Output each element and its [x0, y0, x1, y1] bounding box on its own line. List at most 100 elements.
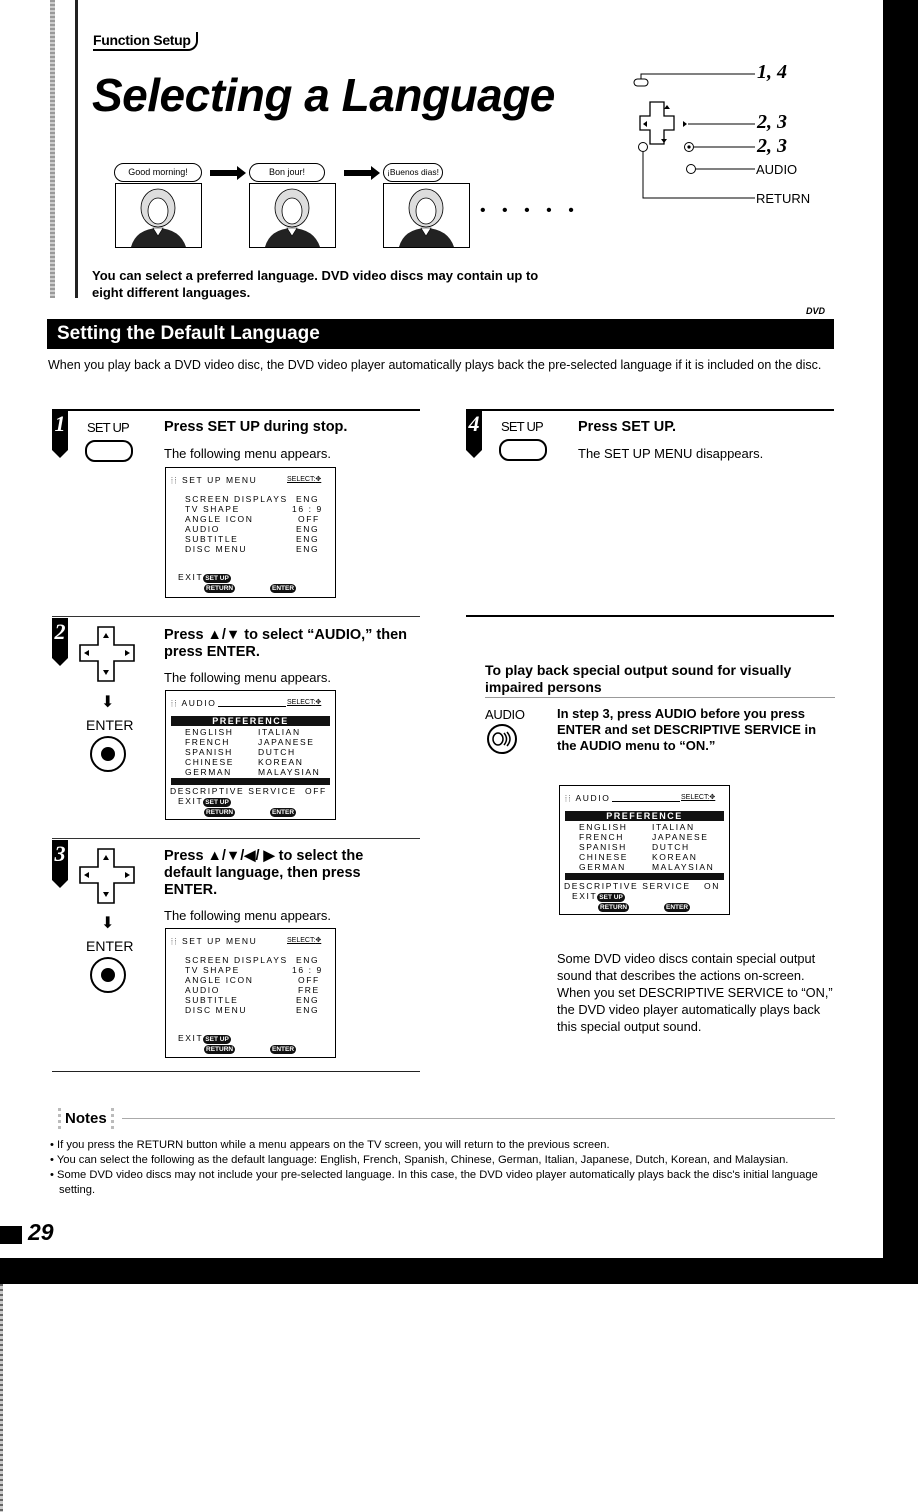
language-option: KOREAN	[652, 852, 698, 862]
return-pill: RETURN	[204, 584, 236, 593]
remote-control-icon	[633, 73, 755, 199]
menu-item: ANGLE ICON	[185, 975, 254, 985]
step-heading: Press SET UP.	[578, 419, 677, 435]
language-option: SPANISH	[185, 747, 233, 757]
menu-item: AUDIO	[185, 985, 220, 995]
language-option: ITALIAN	[258, 727, 301, 737]
arrow-down-icon: ⬇	[101, 915, 115, 932]
language-option: CHINESE	[185, 757, 234, 767]
step-heading: Press ▲/▼/◀/ ▶ to select the default lan…	[164, 848, 364, 898]
setup-menu-screen: ⦙⦙ SET UP MENU SELECT:✥ SCREEN DISPLAYS …	[165, 928, 336, 1058]
dpad-icon: ✥	[315, 476, 322, 483]
scan-edge-left	[0, 1284, 3, 1512]
descriptive-label: DESCRIPTIVE SERVICE	[170, 786, 297, 796]
direction-pad-icon	[79, 626, 135, 682]
enter-button-label: ENTER	[86, 717, 134, 733]
preference-bar: PREFERENCE	[565, 811, 724, 821]
menu-icon: ⦙⦙	[565, 793, 573, 803]
instruction-text: In step 3, press AUDIO before you press …	[557, 706, 817, 753]
enter-button-label: ENTER	[86, 938, 134, 954]
menu-item: SCREEN DISPLAYS	[185, 494, 288, 504]
step-subtext: The SET UP MENU disappears.	[578, 446, 764, 461]
select-label: SELECT:	[287, 937, 316, 944]
tv-screen-woman-icon	[249, 183, 336, 248]
menu-title: SET UP MENU	[181, 936, 258, 946]
preference-bar: PREFERENCE	[171, 716, 330, 726]
speech-bubble: Good morning!	[114, 163, 202, 182]
dpad-icon: ✥	[709, 794, 716, 801]
page-number: 29	[28, 1219, 54, 1245]
ellipsis: • • • • •	[480, 202, 580, 219]
language-option: ENGLISH	[185, 727, 234, 737]
descriptive-value: OFF	[305, 786, 327, 796]
language-option: DUTCH	[652, 842, 690, 852]
setup-button-icon	[499, 439, 547, 461]
page-edge-bottom	[0, 1258, 918, 1284]
arrow-right-icon	[210, 166, 246, 180]
menu-item: TV SHAPE	[185, 504, 240, 514]
menu-title: AUDIO	[575, 793, 611, 803]
callout-return: RETURN	[756, 191, 811, 206]
menu-value: ENG	[296, 955, 320, 965]
intro-text: You can select a preferred language. DVD…	[92, 268, 539, 300]
separator-bar	[565, 873, 724, 880]
note-item: • You can select the following as the de…	[50, 1154, 789, 1166]
enter-button-icon	[90, 957, 126, 993]
menu-icon: ⦙⦙	[171, 698, 179, 708]
setup-button-label: SET UP	[501, 419, 544, 434]
speech-bubble: Bon jour!	[249, 163, 325, 182]
arrow-right-icon	[344, 166, 380, 180]
language-option: ITALIAN	[652, 822, 695, 832]
separator-bar	[171, 778, 330, 785]
return-pill: RETURN	[204, 808, 236, 817]
explanation-text: Some DVD video discs contain special out…	[557, 951, 833, 1034]
menu-value: ENG	[296, 995, 320, 1005]
callout-enter: 2, 3	[757, 135, 787, 157]
enter-button-icon	[90, 736, 126, 772]
menu-value: 16 : 9	[292, 504, 323, 514]
page-title: Selecting a Language	[92, 69, 555, 121]
notes-title: Notes	[58, 1108, 114, 1129]
setup-button-icon	[85, 440, 133, 462]
menu-item: SUBTITLE	[185, 995, 239, 1005]
menu-item: SCREEN DISPLAYS	[185, 955, 288, 965]
menu-title: AUDIO	[181, 698, 217, 708]
section-title: Setting the Default Language	[47, 319, 834, 349]
exit-label: EXIT	[178, 1033, 204, 1043]
language-option: MALAYSIAN	[258, 767, 321, 777]
notes-list: • If you press the RETURN button while a…	[50, 1138, 840, 1198]
direction-pad-icon	[79, 848, 135, 904]
binding-edge-line	[75, 0, 78, 298]
note-item: • If you press the RETURN button while a…	[50, 1139, 610, 1151]
speech-bubble: ¡Buenos dias!	[383, 163, 443, 182]
tv-screen-woman-icon	[383, 183, 470, 248]
menu-item: SUBTITLE	[185, 534, 239, 544]
step-subtext: The following menu appears.	[164, 670, 331, 685]
section-description: When you play back a DVD video disc, the…	[48, 358, 822, 372]
arrow-down-icon: ⬇	[101, 694, 115, 711]
menu-value: ENG	[296, 544, 320, 554]
section-label: Function Setup	[93, 32, 198, 51]
language-option: CHINESE	[579, 852, 628, 862]
step-number: 2	[52, 618, 68, 666]
callout-audio: AUDIO	[756, 162, 798, 177]
descriptive-value: ON	[704, 881, 720, 891]
note-item: • Some DVD video discs may not include y…	[50, 1169, 818, 1196]
tv-screen-woman-icon	[115, 183, 202, 248]
enter-pill: ENTER	[664, 903, 691, 912]
step-number: 1	[52, 410, 68, 458]
audio-menu-screen: ⦙⦙ AUDIO SELECT:✥ PREFERENCE ENGLISH FRE…	[165, 690, 336, 820]
exit-label: EXIT	[178, 572, 204, 582]
language-option: FRENCH	[579, 832, 625, 842]
language-option: JAPANESE	[652, 832, 709, 842]
language-option: GERMAN	[579, 862, 626, 872]
enter-pill: ENTER	[270, 808, 297, 817]
audio-button-label: AUDIO	[485, 707, 525, 722]
callout-setup: 1, 4	[757, 61, 787, 83]
language-option: SPANISH	[579, 842, 627, 852]
step-heading: Press ▲/▼ to select “AUDIO,” then press …	[164, 627, 408, 660]
language-option: FRENCH	[185, 737, 231, 747]
exit-label: EXIT	[572, 891, 598, 901]
notes-divider	[122, 1118, 835, 1119]
enter-pill: ENTER	[270, 1045, 297, 1054]
